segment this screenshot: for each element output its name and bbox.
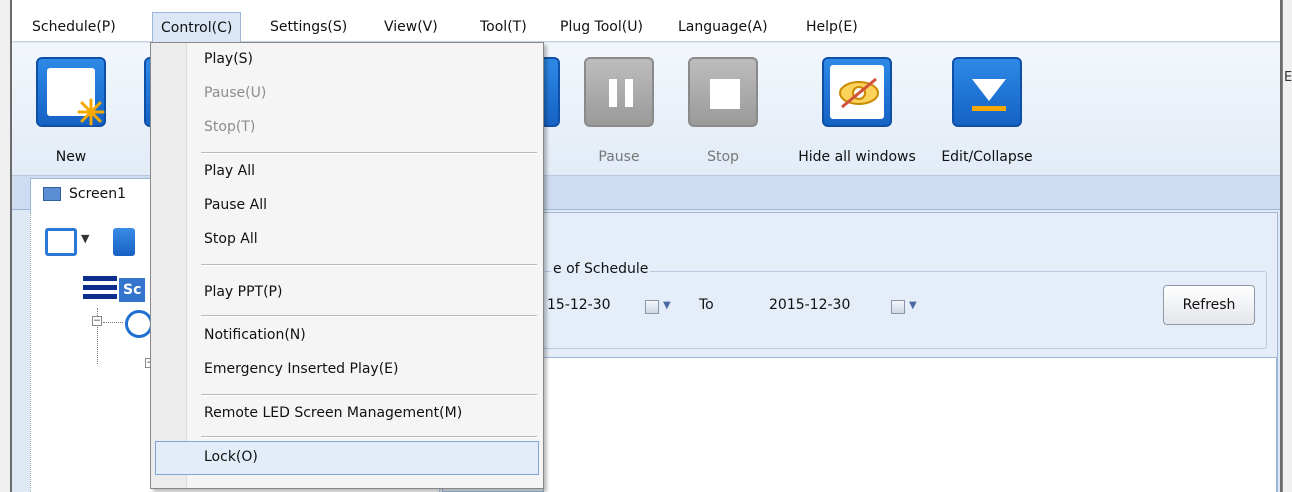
calendar-icon bbox=[891, 300, 905, 314]
from-date-field[interactable]: 15-12-30 bbox=[547, 297, 611, 313]
menu-icon-gutter bbox=[151, 43, 187, 488]
edit-collapse-button[interactable]: Edit/Collapse bbox=[932, 57, 1042, 165]
pause-label: Pause bbox=[598, 149, 640, 165]
menu-separator bbox=[201, 152, 537, 154]
to-date-picker[interactable]: ▼ bbox=[891, 297, 921, 317]
menu-item-remote-led-management[interactable]: Remote LED Screen Management(M) bbox=[204, 405, 462, 421]
menu-item-pause[interactable]: Pause(U) bbox=[204, 85, 266, 101]
chevron-down-icon: ▼ bbox=[663, 300, 671, 311]
chevron-down-icon: ▼ bbox=[909, 300, 917, 311]
menubar: Schedule(P) Control(C) Settings(S) View(… bbox=[12, 0, 1280, 42]
menu-item-play[interactable]: Play(S) bbox=[204, 51, 253, 67]
tab-screen1-label: Screen1 bbox=[69, 186, 127, 202]
tree-collapse-toggle[interactable]: − bbox=[92, 316, 102, 326]
list-icon bbox=[83, 276, 117, 304]
pause-button[interactable]: Pause bbox=[584, 57, 654, 165]
new-button[interactable]: New bbox=[36, 57, 106, 165]
calendar-icon bbox=[645, 300, 659, 314]
menu-language[interactable]: Language(A) bbox=[670, 16, 776, 40]
menu-separator bbox=[201, 436, 537, 438]
menu-tool[interactable]: Tool(T) bbox=[472, 16, 535, 40]
to-label: To bbox=[699, 297, 714, 313]
menu-item-stop-all[interactable]: Stop All bbox=[204, 231, 258, 247]
menu-settings[interactable]: Settings(S) bbox=[262, 16, 355, 40]
menu-item-lock[interactable]: Lock(O) bbox=[204, 449, 258, 465]
menu-separator bbox=[201, 315, 537, 317]
tree-node-schedule[interactable]: Sc bbox=[119, 278, 146, 302]
menu-schedule[interactable]: Schedule(P) bbox=[24, 16, 124, 40]
menu-item-play-ppt[interactable]: Play PPT(P) bbox=[204, 284, 282, 300]
to-date-field[interactable]: 2015-12-30 bbox=[769, 297, 850, 313]
edit-collapse-icon bbox=[952, 57, 1022, 127]
menu-item-notification[interactable]: Notification(N) bbox=[204, 327, 306, 343]
trash-icon[interactable] bbox=[113, 228, 135, 256]
clock-icon[interactable] bbox=[125, 310, 153, 338]
schedule-detail-panel: e of Schedule 15-12-30 ▼ To 2015-12-30 ▼… bbox=[442, 212, 1278, 492]
schedule-date-group-title: e of Schedule bbox=[551, 261, 651, 277]
chevron-down-icon[interactable]: ▼ bbox=[81, 232, 89, 245]
menu-item-stop[interactable]: Stop(T) bbox=[204, 119, 255, 135]
menu-separator bbox=[201, 264, 537, 266]
menu-item-play-all[interactable]: Play All bbox=[204, 163, 255, 179]
refresh-button[interactable]: Refresh bbox=[1163, 285, 1255, 325]
control-menu-dropdown: Play(S) Pause(U) Stop(T) Play All Pause … bbox=[150, 42, 544, 489]
background-window-glyph: E bbox=[1284, 70, 1292, 85]
new-label: New bbox=[55, 149, 87, 165]
pause-icon bbox=[584, 57, 654, 127]
tab-screen1[interactable]: Screen1 bbox=[30, 178, 152, 212]
menu-plug-tool[interactable]: Plug Tool(U) bbox=[552, 16, 651, 40]
add-program-icon[interactable] bbox=[45, 228, 77, 256]
menu-control[interactable]: Control(C) bbox=[152, 12, 242, 42]
hide-all-windows-button[interactable]: Hide all windows bbox=[792, 57, 922, 165]
menu-view[interactable]: View(V) bbox=[376, 16, 446, 40]
menu-separator bbox=[201, 394, 537, 396]
monitor-icon bbox=[43, 187, 61, 201]
edit-collapse-label: Edit/Collapse bbox=[941, 149, 1033, 165]
tree-branch bbox=[103, 322, 123, 323]
desktop-left-edge bbox=[0, 0, 10, 492]
hide-windows-icon bbox=[822, 57, 892, 127]
hide-all-windows-label: Hide all windows bbox=[798, 149, 916, 165]
menu-item-pause-all[interactable]: Pause All bbox=[204, 197, 267, 213]
menu-item-emergency-inserted-play[interactable]: Emergency Inserted Play(E) bbox=[204, 361, 398, 377]
stop-icon bbox=[688, 57, 758, 127]
desktop-right-edge: E bbox=[1282, 0, 1292, 492]
schedule-list-area bbox=[543, 357, 1277, 492]
stop-label: Stop bbox=[707, 149, 739, 165]
stop-button[interactable]: Stop bbox=[688, 57, 758, 165]
menu-help[interactable]: Help(E) bbox=[798, 16, 866, 40]
new-icon bbox=[36, 57, 106, 127]
from-date-picker[interactable]: ▼ bbox=[645, 297, 675, 317]
